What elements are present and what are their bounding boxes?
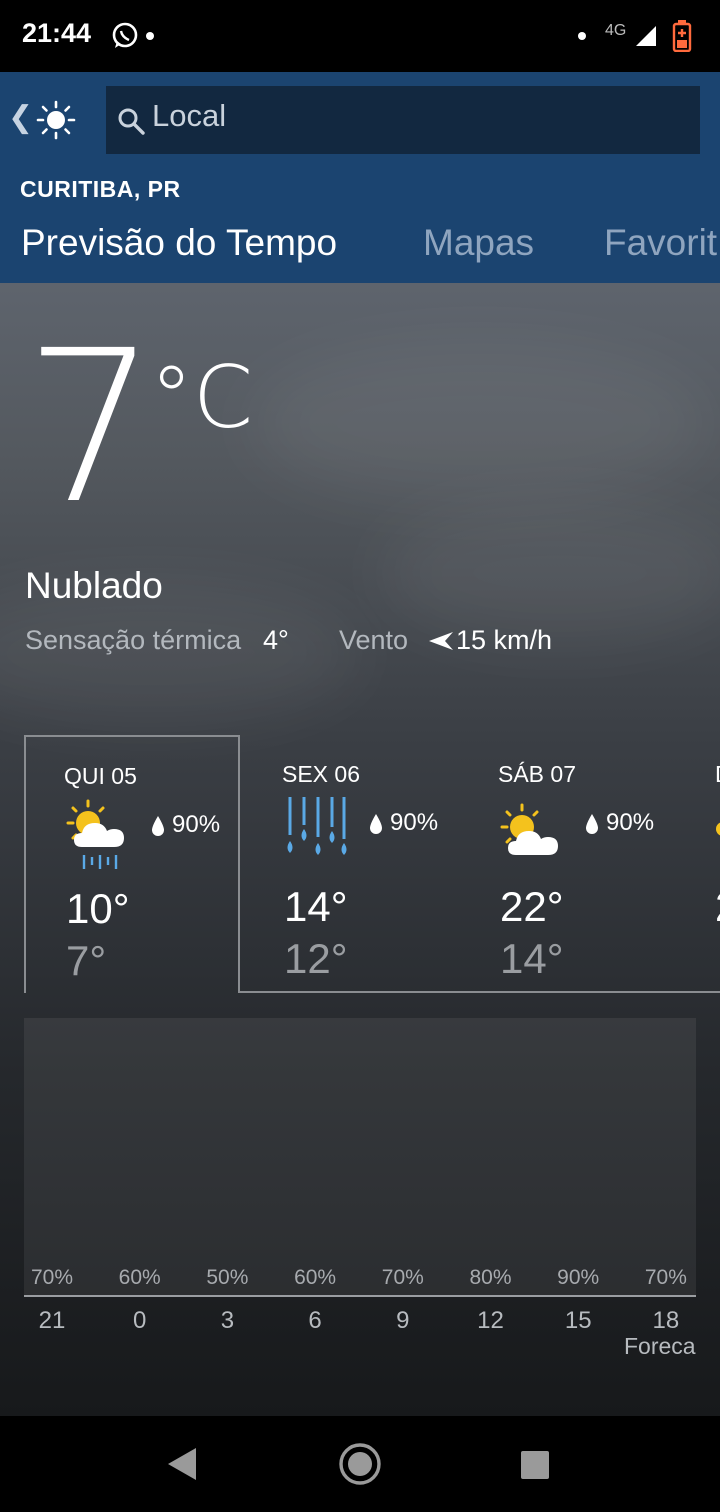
hour-label: 6 — [308, 1307, 321, 1334]
signal-icon — [636, 26, 656, 46]
hourly-chart: 7°70%217°60%08°50%39°60%610°70%912°80%12… — [24, 1018, 696, 1334]
precip-label: 90% — [557, 1266, 599, 1289]
back-chevron-icon[interactable]: ❮ — [8, 100, 33, 135]
feels-like-label: Sensação térmica — [25, 625, 242, 655]
data-credit: Foreca — [624, 1333, 696, 1359]
partly-cloudy-icon — [500, 803, 558, 855]
raindrop-icon — [370, 814, 382, 834]
feels-like-value: 4° — [263, 625, 289, 655]
precip-label: 50% — [206, 1266, 248, 1289]
precip-label: 70% — [382, 1266, 424, 1289]
battery-icon — [672, 20, 692, 52]
day-card[interactable]: QUI 05 90% 10° 7° — [24, 735, 240, 993]
sun-logo-icon[interactable] — [36, 100, 76, 140]
high-temp: 10° — [66, 885, 130, 932]
tab-favorites[interactable]: Favorit — [604, 222, 717, 264]
day-card[interactable]: SEX 06 90% 14° 12° — [244, 735, 460, 991]
hour-label: 18 — [653, 1307, 680, 1334]
forecast-divider — [240, 991, 720, 993]
rain-chance: 90% — [172, 811, 221, 838]
hour-label: 9 — [396, 1307, 409, 1334]
hour-label: 3 — [221, 1307, 234, 1334]
high-temp: 14° — [284, 883, 348, 930]
wind-label: Vento — [339, 625, 409, 655]
hour-label: 12 — [477, 1307, 504, 1334]
precip-label: 70% — [31, 1266, 73, 1289]
network-type: 4G — [605, 22, 627, 39]
sun-cloud-rain-icon — [66, 799, 124, 869]
notification-dot — [578, 32, 586, 40]
recents-nav-icon[interactable] — [520, 1450, 550, 1480]
low-temp: 14° — [500, 935, 564, 982]
back-nav-icon[interactable] — [166, 1446, 198, 1482]
wind-value: 15 km/h — [456, 625, 553, 655]
whatsapp-icon — [112, 22, 138, 48]
low-temp: 12° — [284, 935, 348, 982]
status-time: 21:44 — [22, 18, 92, 48]
home-nav-icon[interactable] — [338, 1442, 382, 1486]
precip-label: 60% — [119, 1266, 161, 1289]
current-condition: Nublado — [25, 565, 163, 606]
nav-bar — [0, 1416, 720, 1512]
raindrop-icon — [586, 814, 598, 834]
day-name-partial: D — [715, 761, 720, 788]
location-title: CURITIBA, PR — [20, 176, 181, 202]
precip-label: 60% — [294, 1266, 336, 1289]
search-input[interactable]: Local — [152, 98, 226, 134]
rain-chance: 90% — [606, 809, 655, 836]
sun-partial-icon — [716, 822, 720, 836]
low-temp: 7° — [66, 937, 107, 984]
day-name: SÁB 07 — [498, 761, 576, 787]
day-card-partial[interactable]: D 2 — [677, 735, 720, 991]
hour-label: 15 — [565, 1307, 592, 1334]
raindrop-icon — [152, 816, 164, 836]
status-bar: 21:44 4G — [0, 0, 720, 72]
hour-label: 0 — [133, 1307, 146, 1334]
weather-panel: 7 °C Nublado Sensação térmica 4° Vento 1… — [0, 283, 720, 1416]
day-name: QUI 05 — [64, 763, 137, 789]
hour-label: 21 — [39, 1307, 66, 1334]
wind-direction-icon — [429, 632, 453, 650]
high-temp-partial: 2 — [715, 883, 720, 931]
temperature-area — [24, 1018, 696, 1296]
precip-label: 80% — [469, 1266, 511, 1289]
day-name: SEX 06 — [282, 761, 360, 787]
high-temp: 22° — [500, 883, 564, 930]
rain-chance: 90% — [390, 809, 439, 836]
notification-dot — [146, 32, 154, 40]
current-temperature: 7 — [24, 305, 158, 550]
tab-maps[interactable]: Mapas — [423, 222, 534, 264]
heavy-rain-icon — [287, 797, 347, 855]
temperature-unit: °C — [150, 348, 254, 448]
tab-forecast[interactable]: Previsão do Tempo — [21, 222, 337, 264]
search-icon[interactable] — [116, 106, 146, 136]
precip-label: 70% — [645, 1266, 687, 1289]
day-card[interactable]: SÁB 07 90% 22° 14° — [460, 735, 676, 991]
